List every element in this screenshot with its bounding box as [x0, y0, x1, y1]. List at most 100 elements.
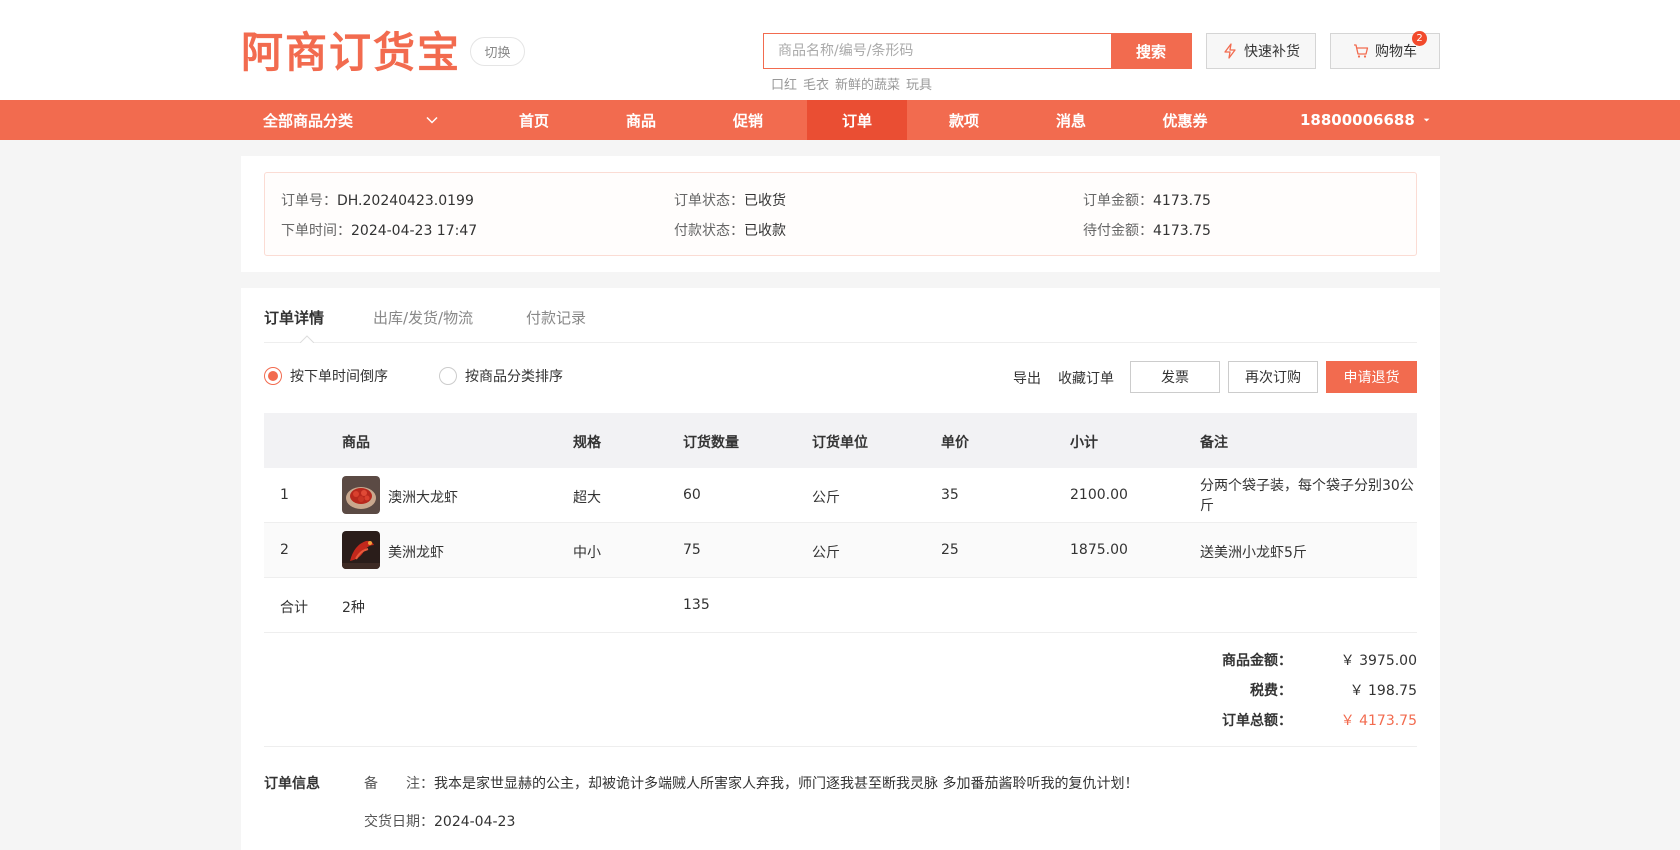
goods-amount-line: 商品金额： ￥ 3975.00 [1217, 650, 1417, 680]
export-link[interactable]: 导出 [1013, 368, 1041, 388]
brand-logo[interactable]: 阿商订货宝 [241, 28, 461, 78]
col-header-note: 备注 [1200, 435, 1228, 451]
nav-item-promotions[interactable]: 促销 [698, 100, 798, 140]
order-status: 订单状态：已收货 [674, 193, 786, 209]
hotword-link[interactable]: 口红 [771, 74, 797, 93]
reorder-button[interactable]: 再次订购 [1228, 361, 1318, 393]
cell-unit: 公斤 [812, 490, 840, 506]
cart-icon [1354, 44, 1369, 58]
order-total-line: 订单总额： ￥ 4173.75 [1217, 710, 1417, 740]
cell-qty: 60 [683, 487, 701, 503]
cell-spec: 超大 [573, 490, 601, 506]
order-detail-panel: 订单详情 出库/发货/物流 付款记录 按下单时间倒序 按商品分类排序 导出 收藏… [241, 288, 1440, 850]
order-amount: 订单金额：4173.75 [1083, 193, 1211, 209]
nav-item-home[interactable]: 首页 [484, 100, 584, 140]
cart-button[interactable]: 购物车 2 [1330, 31, 1440, 69]
cart-label: 购物车 [1375, 44, 1417, 60]
order-summary-card: 订单号：DH.20240423.0199 下单时间：2024-04-23 17:… [264, 172, 1417, 256]
nav-item-payments[interactable]: 款项 [914, 100, 1014, 140]
order-total-value: ￥ 4173.75 [1340, 713, 1417, 729]
cell-qty: 75 [683, 542, 701, 558]
sort-by-time-option[interactable]: 按下单时间倒序 [264, 366, 388, 386]
cell-price: 25 [941, 542, 959, 558]
lightning-icon [1224, 43, 1236, 59]
order-total-label: 订单总额： [1222, 713, 1292, 729]
tax-label: 税费： [1250, 683, 1292, 699]
total-qty: 135 [683, 597, 710, 613]
cell-note: 送美洲小龙虾5斤 [1200, 545, 1307, 561]
payment-status: 付款状态：已收款 [674, 223, 786, 239]
col-header-price: 单价 [941, 435, 969, 451]
product-name-link[interactable]: 美洲龙虾 [388, 542, 444, 562]
hotword-link[interactable]: 毛衣 [803, 74, 829, 93]
product-thumbnail[interactable] [342, 531, 380, 569]
quick-restock-button[interactable]: 快速补货 [1206, 33, 1316, 69]
order-info-title: 订单信息 [264, 776, 320, 792]
nav-item-orders[interactable]: 订单 [807, 100, 907, 140]
table-header: 商品 规格 订货数量 订货单位 单价 小计 备注 [264, 413, 1417, 468]
invoice-button[interactable]: 发票 [1130, 361, 1220, 393]
quick-restock-label: 快速补货 [1244, 44, 1300, 60]
hot-search-words: 口红 毛衣 新鲜的蔬菜 玩具 [771, 74, 932, 93]
request-return-button[interactable]: 申请退货 [1326, 361, 1417, 393]
tab-order-detail[interactable]: 订单详情 [264, 307, 324, 328]
favorite-order-link[interactable]: 收藏订单 [1058, 368, 1114, 388]
radio-unchecked[interactable] [439, 367, 457, 385]
active-tab-indicator [300, 335, 314, 343]
cell-price: 35 [941, 487, 959, 503]
hotword-link[interactable]: 玩具 [906, 74, 932, 93]
category-menu[interactable]: 全部商品分类 [241, 100, 461, 140]
row-index: 2 [280, 542, 289, 558]
search-button[interactable]: 搜索 [1111, 34, 1191, 68]
total-label: 合计 [280, 600, 308, 616]
order-totals: 商品金额： ￥ 3975.00 税费： ￥ 198.75 订单总额： ￥ 417… [1217, 650, 1417, 740]
divider [264, 746, 1417, 747]
table-total-row: 合计 2种 135 [264, 578, 1417, 633]
table-row[interactable]: 1 澳洲大龙虾 超大 60 公斤 35 2100.00 分两个袋子装，每个袋子分… [264, 468, 1417, 523]
search-box: 搜索 [763, 33, 1192, 69]
cell-spec: 中小 [573, 545, 601, 561]
col-header-product: 商品 [342, 435, 370, 451]
goods-amount-label: 商品金额： [1222, 653, 1292, 669]
amount-due: 待付金额：4173.75 [1083, 223, 1211, 239]
total-kinds: 2种 [342, 600, 365, 616]
radio-checked[interactable] [264, 367, 282, 385]
cart-count-badge: 2 [1412, 31, 1427, 46]
nav-item-products[interactable]: 商品 [591, 100, 691, 140]
product-name-link[interactable]: 澳洲大龙虾 [388, 487, 458, 507]
tax-value: ￥ 198.75 [1349, 683, 1417, 699]
col-header-subtotal: 小计 [1070, 435, 1098, 451]
main-nav: 全部商品分类 首页 商品 促销 订单 款项 消息 优惠券 18800006688 [0, 100, 1680, 140]
category-label: 全部商品分类 [263, 111, 354, 130]
order-time: 下单时间：2024-04-23 17:47 [281, 223, 478, 239]
cell-subtotal: 1875.00 [1070, 542, 1128, 558]
order-summary-section: 订单号：DH.20240423.0199 下单时间：2024-04-23 17:… [241, 156, 1440, 272]
caret-down-icon [1423, 118, 1430, 122]
order-number: 订单号：DH.20240423.0199 [281, 193, 474, 209]
cell-subtotal: 2100.00 [1070, 487, 1128, 503]
col-header-qty: 订货数量 [683, 435, 739, 451]
order-remark: 备 注：我本是家世显赫的公主，却被诡计多端贼人所害家人弃我，师门逐我甚至断我灵脉… [364, 776, 1139, 792]
header: 阿商订货宝 切换 搜索 口红 毛衣 新鲜的蔬菜 玩具 快速补货 购物车 2 [0, 0, 1680, 100]
cell-note: 分两个袋子装，每个袋子分别30公斤 [1200, 478, 1414, 514]
nav-item-messages[interactable]: 消息 [1021, 100, 1121, 140]
sort-by-category-label: 按商品分类排序 [465, 369, 563, 385]
tab-shipping[interactable]: 出库/发货/物流 [373, 307, 473, 328]
tab-payment-records[interactable]: 付款记录 [526, 307, 586, 328]
user-menu[interactable]: 18800006688 [1300, 100, 1440, 140]
sort-by-category-option[interactable]: 按商品分类排序 [439, 366, 563, 386]
search-input[interactable] [764, 34, 1111, 68]
nav-item-coupons[interactable]: 优惠券 [1135, 100, 1235, 140]
user-phone: 18800006688 [1300, 111, 1415, 129]
cell-unit: 公斤 [812, 545, 840, 561]
hotword-link[interactable]: 新鲜的蔬菜 [835, 74, 900, 93]
switch-button[interactable]: 切换 [470, 37, 525, 66]
col-header-unit: 订货单位 [812, 435, 868, 451]
sort-by-time-label: 按下单时间倒序 [290, 369, 388, 385]
col-header-spec: 规格 [573, 435, 601, 451]
tax-line: 税费： ￥ 198.75 [1217, 680, 1417, 710]
detail-tabs: 订单详情 出库/发货/物流 付款记录 [264, 288, 1417, 343]
row-index: 1 [280, 487, 289, 503]
table-row[interactable]: 2 美洲龙虾 中小 75 公斤 25 1875.00 送美洲小龙虾5斤 [264, 523, 1417, 578]
product-thumbnail[interactable] [342, 476, 380, 514]
